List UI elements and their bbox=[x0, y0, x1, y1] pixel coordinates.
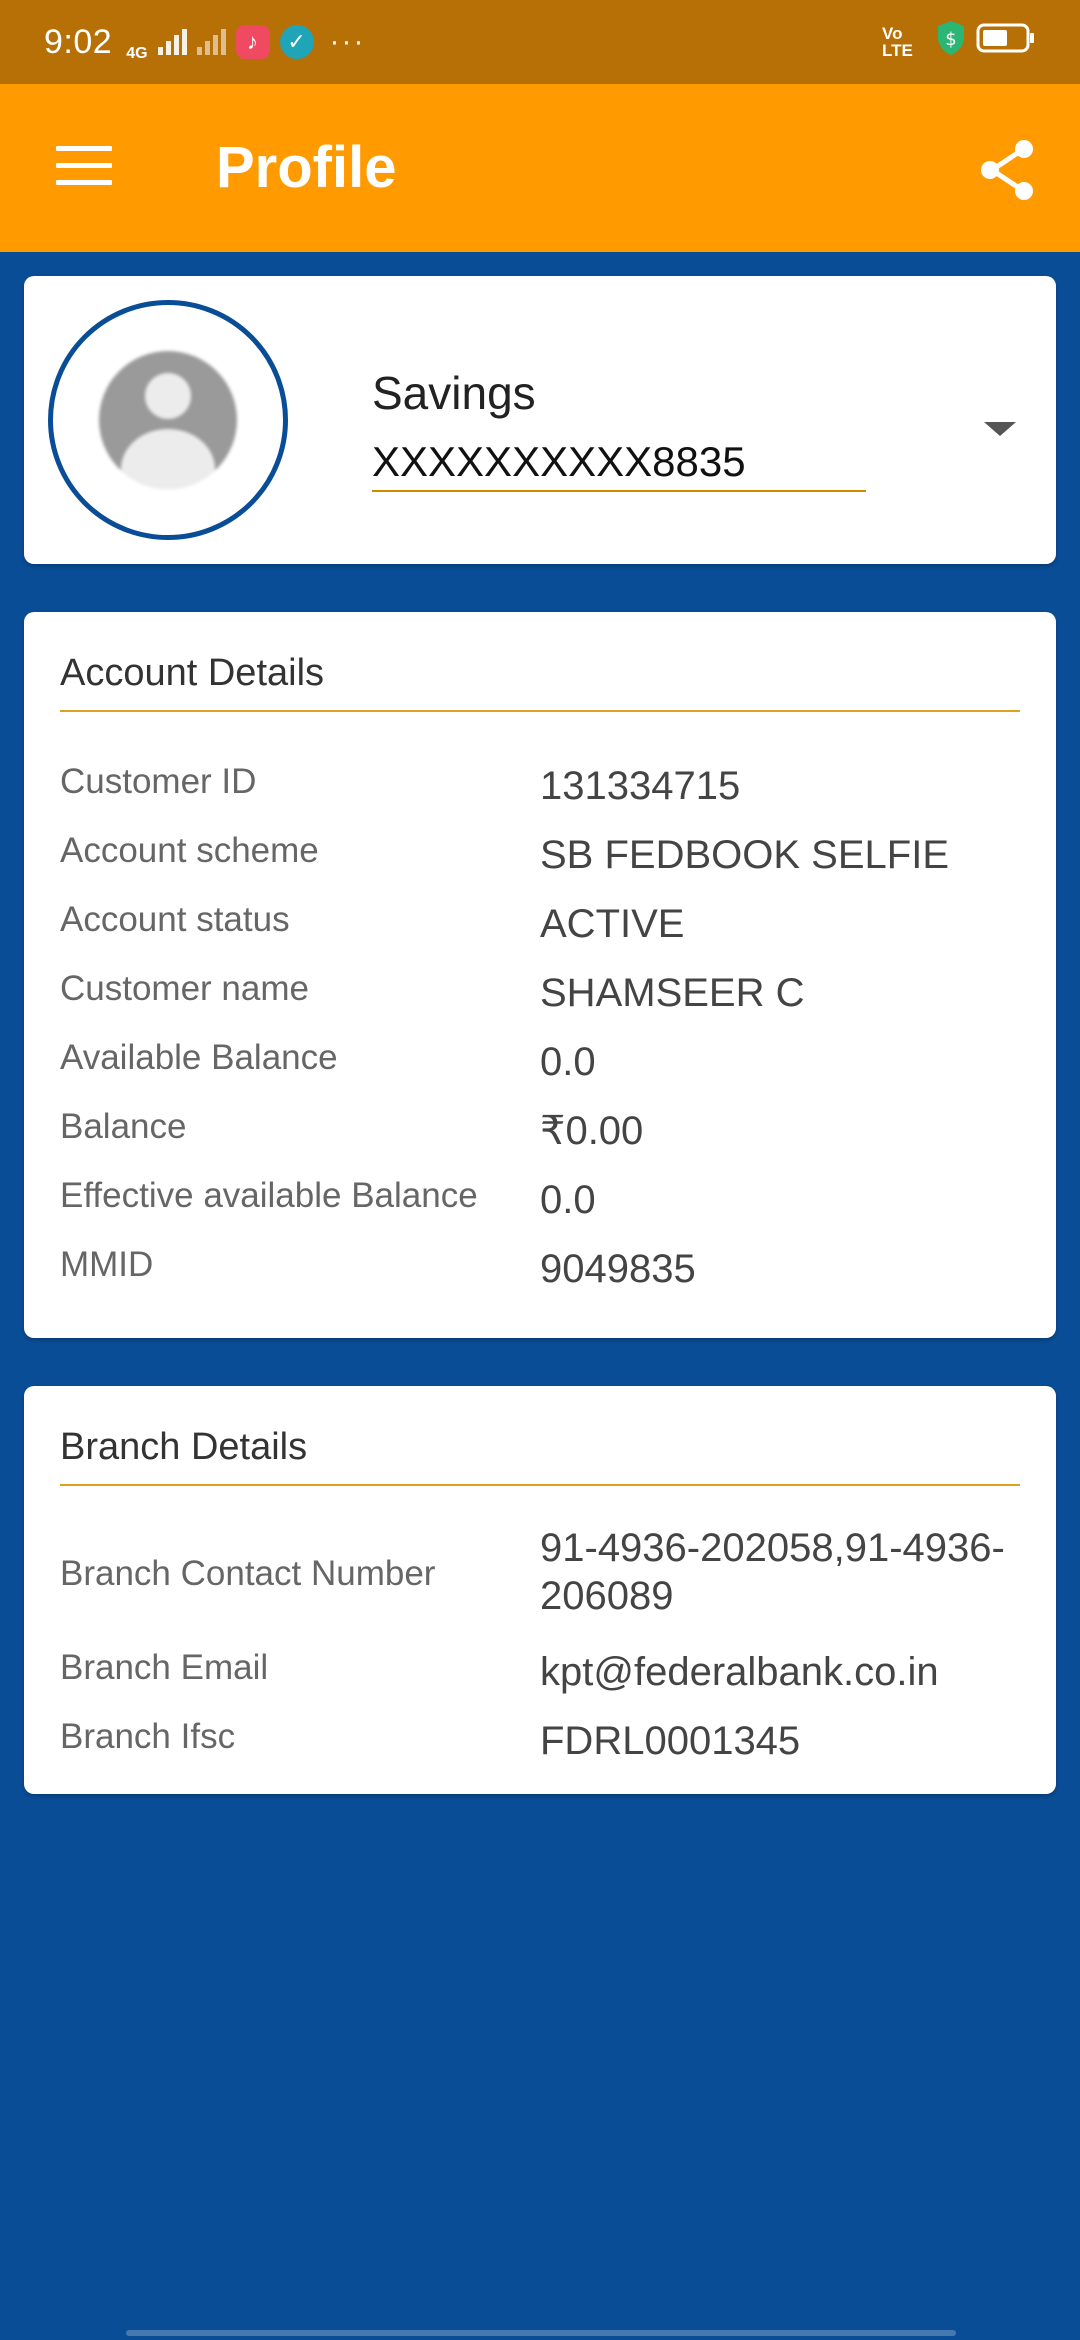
share-icon[interactable] bbox=[976, 138, 1040, 202]
branch-details-card: Branch Details Branch Contact Number 91-… bbox=[24, 1386, 1056, 1794]
app-bar: Profile bbox=[0, 84, 1080, 252]
detail-label: Account scheme bbox=[60, 831, 319, 870]
volte-label: Vo LTE bbox=[882, 24, 913, 60]
overflow-dots: ··· bbox=[329, 25, 366, 58]
detail-label: Customer name bbox=[60, 969, 309, 1008]
detail-label: Customer ID bbox=[60, 762, 257, 801]
detail-value: SB FEDBOOK SELFIE bbox=[540, 833, 950, 877]
detail-label: MMID bbox=[60, 1245, 154, 1284]
account-number-select[interactable]: XXXXXXXXXX8835 bbox=[372, 432, 866, 492]
detail-label: Available Balance bbox=[60, 1038, 338, 1077]
shield-dollar-icon: $ bbox=[936, 20, 966, 65]
signal-icon bbox=[157, 29, 187, 55]
detail-value: ACTIVE bbox=[540, 902, 685, 946]
detail-value: 0.0 bbox=[540, 1040, 596, 1084]
section-title: Branch Details bbox=[60, 1426, 1020, 1486]
status-time: 9:02 bbox=[44, 22, 113, 61]
hamburger-menu-icon[interactable] bbox=[56, 146, 112, 190]
navigation-hint-bar bbox=[126, 2330, 956, 2336]
account-type-label: Savings bbox=[372, 367, 536, 419]
detail-label: Branch Email bbox=[60, 1648, 269, 1687]
default-avatar-icon bbox=[99, 351, 237, 489]
profile-card: Savings XXXXXXXXXX8835 bbox=[24, 276, 1056, 564]
detail-label: Effective available Balance bbox=[60, 1176, 478, 1215]
detail-value: 131334715 bbox=[540, 764, 741, 808]
detail-value: 91-4936-202058,91-4936-206089 bbox=[540, 1526, 1005, 1618]
detail-label: Branch Ifsc bbox=[60, 1717, 236, 1756]
detail-value: FDRL0001345 bbox=[540, 1719, 801, 1763]
music-app-icon: ♪ bbox=[235, 25, 270, 59]
check-app-icon: ✓ bbox=[279, 25, 314, 59]
section-title: Account Details bbox=[60, 652, 1020, 712]
signal-2-icon bbox=[196, 29, 226, 55]
detail-label: Balance bbox=[60, 1107, 187, 1146]
detail-value: ₹0.00 bbox=[540, 1109, 644, 1153]
detail-label: Account status bbox=[60, 900, 290, 939]
account-details-card: Account Details Customer ID 131334715 Ac… bbox=[24, 612, 1056, 1338]
detail-value: kpt@federalbank.co.in bbox=[540, 1650, 939, 1694]
detail-value: SHAMSEER C bbox=[540, 971, 805, 1015]
page-title: Profile bbox=[216, 135, 397, 200]
network-type-label: 4G bbox=[126, 45, 148, 62]
chevron-down-icon[interactable] bbox=[968, 410, 1028, 450]
status-bar: 9:02 4G ♪ ✓ ··· Vo LTE $ bbox=[0, 0, 1080, 84]
svg-text:$: $ bbox=[945, 29, 956, 50]
detail-value: 0.0 bbox=[540, 1178, 596, 1222]
detail-label: Branch Contact Number bbox=[60, 1554, 436, 1593]
detail-value: 9049835 bbox=[540, 1247, 696, 1291]
avatar bbox=[48, 300, 288, 540]
battery-icon bbox=[976, 21, 1036, 64]
